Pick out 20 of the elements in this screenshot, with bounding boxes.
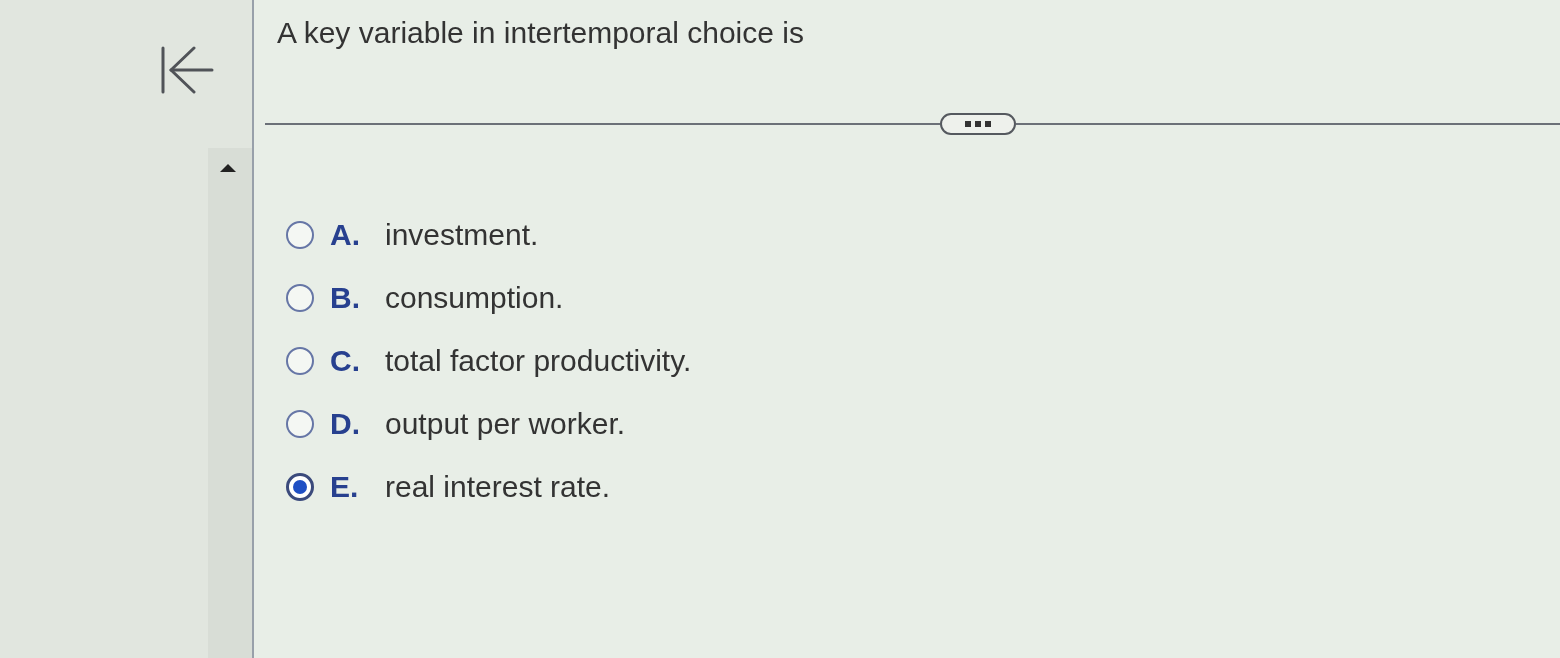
expand-button[interactable] (940, 113, 1016, 135)
option-text[interactable]: investment. (385, 218, 539, 252)
radio-button[interactable] (286, 473, 314, 501)
radio-button[interactable] (286, 221, 314, 249)
option-letter: B. (330, 281, 361, 315)
question-prompt: A key variable in intertemporal choice is (276, 16, 804, 50)
radio-button[interactable] (286, 284, 314, 312)
scroll-up-icon[interactable] (220, 164, 236, 172)
radio-button[interactable] (286, 347, 314, 375)
option-letter: A. (330, 218, 361, 252)
option-letter: C. (330, 344, 361, 378)
scrollbar-track[interactable] (208, 148, 252, 658)
option-text[interactable]: output per worker. (385, 407, 626, 441)
dots-icon (965, 121, 991, 127)
option-text[interactable]: consumption. (385, 281, 564, 315)
option-letter: D. (330, 407, 361, 441)
option-text[interactable]: real interest rate. (385, 470, 611, 504)
radio-button[interactable] (286, 410, 314, 438)
option-text[interactable]: total factor productivity. (385, 344, 692, 378)
option-letter: E. (330, 470, 360, 504)
